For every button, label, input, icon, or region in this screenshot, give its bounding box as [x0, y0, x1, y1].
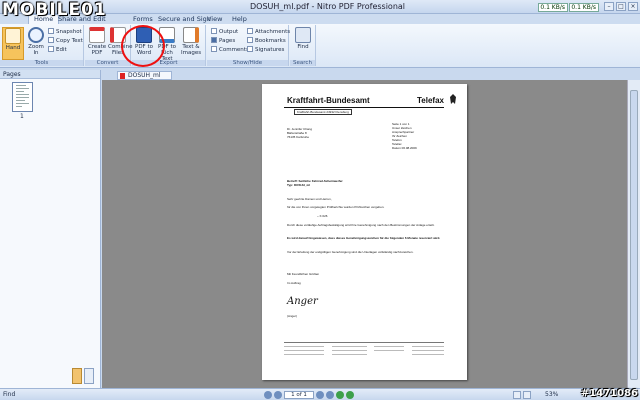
- checkbox-icon: [247, 28, 253, 34]
- net-upload-meter: 0.1 KB/s: [538, 3, 568, 12]
- eagle-emblem-icon: [450, 94, 456, 104]
- copy-icon: [48, 37, 54, 43]
- doc-telefax: Telefax: [417, 96, 444, 105]
- net-download-meter: 0.1 KB/s: [569, 3, 599, 12]
- snapshot-button[interactable]: Snapshot: [48, 28, 82, 36]
- forward-view-button[interactable]: [346, 391, 354, 399]
- convert-group-label: Convert: [85, 60, 130, 66]
- next-page-button[interactable]: [316, 391, 324, 399]
- tab-help[interactable]: Help: [232, 15, 247, 23]
- checkbox-icon: [211, 28, 217, 34]
- page-thumbnail[interactable]: [12, 82, 33, 112]
- doc-closing: Mit freundlichen Grüßen: [287, 272, 320, 276]
- doc-para3: Es wird darauf hingewiesen, dass dieses …: [287, 236, 441, 240]
- document-tab[interactable]: DOSUH_ml: [117, 71, 172, 80]
- binoculars-icon: [295, 27, 311, 43]
- single-page-view-icon[interactable]: [513, 391, 521, 399]
- panel-pages-icon[interactable]: [72, 368, 82, 384]
- showhide-group: Output Pages Comments Attachments Bookma…: [207, 25, 290, 66]
- close-button[interactable]: ×: [628, 2, 638, 11]
- watermark-id: #1471086: [580, 388, 638, 399]
- tab-secure-sign[interactable]: Secure and Sign: [158, 15, 211, 23]
- pages-panel: Pages 1: [0, 70, 101, 388]
- doc-signer: (Anger): [287, 314, 298, 318]
- copy-text-button[interactable]: Copy Text: [48, 37, 83, 45]
- ribbon: Hand Zoom In Snapshot Copy Text Edit Too…: [0, 24, 640, 68]
- status-bar: Find 1 of 1 53% #1471086: [0, 388, 640, 400]
- page-number-box[interactable]: 1 of 1: [284, 391, 314, 399]
- panel-bookmarks-icon[interactable]: [84, 368, 94, 384]
- comments-toggle[interactable]: Comments: [211, 46, 249, 54]
- zoom-level[interactable]: 53%: [545, 391, 558, 398]
- pages-panel-title: Pages: [0, 70, 100, 79]
- vertical-scrollbar[interactable]: [627, 80, 640, 388]
- hand-icon: [5, 28, 21, 44]
- doc-para2: Durch diese vorläufige Auftragsbestätigu…: [287, 223, 435, 227]
- edit-icon: [48, 46, 54, 52]
- tools-group-label: Tools: [0, 60, 83, 66]
- tools-group: Hand Zoom In Snapshot Copy Text Edit Too…: [0, 25, 84, 66]
- search-group-label: Search: [290, 60, 315, 66]
- prev-page-button[interactable]: [274, 391, 282, 399]
- text-images-icon: [183, 27, 199, 43]
- checkbox-checked-icon: [211, 37, 217, 43]
- tab-forms[interactable]: Forms: [133, 15, 153, 23]
- checkbox-icon: [211, 46, 217, 52]
- back-view-button[interactable]: [336, 391, 344, 399]
- checkbox-icon: [247, 37, 253, 43]
- edit-button[interactable]: Edit: [48, 46, 67, 54]
- doc-sender-line: Kraftfahrt-Bundesamt 24932 Flensburg: [294, 109, 352, 115]
- bookmarks-toggle[interactable]: Bookmarks: [247, 37, 286, 45]
- find-button[interactable]: Find: [293, 27, 313, 50]
- doc-subject: Betreff: Seitliche Fahrrad-Scheinwerfer …: [287, 179, 343, 187]
- status-find[interactable]: Find: [3, 391, 15, 398]
- hand-button[interactable]: Hand: [2, 27, 24, 60]
- text-images-button[interactable]: Text & Images: [181, 27, 201, 56]
- thumbnail-page-number: 1: [20, 113, 24, 120]
- pages-toggle[interactable]: Pages: [211, 37, 235, 45]
- search-group: Find Search: [290, 25, 316, 66]
- doc-address: Dr. Jennifer Chang Bärlenstraße 8 76135 Ka…: [287, 127, 313, 139]
- page-navigation: 1 of 1: [264, 391, 354, 399]
- pdf-page: Kraftfahrt-Bundesamt Telefax Kraftfahrt-…: [262, 84, 467, 380]
- signatures-toggle[interactable]: Signatures: [247, 46, 284, 54]
- window-title: DOSUH_ml.pdf - Nitro PDF Professional: [250, 2, 406, 11]
- zoom-in-button[interactable]: Zoom In: [26, 27, 46, 56]
- magnifier-icon: [28, 27, 44, 43]
- highlight-circle-annotation: [121, 25, 165, 67]
- tab-view[interactable]: View: [207, 15, 222, 23]
- first-page-button[interactable]: [264, 391, 272, 399]
- last-page-button[interactable]: [326, 391, 334, 399]
- minimize-button[interactable]: –: [604, 2, 614, 11]
- checkbox-icon: [247, 46, 253, 52]
- doc-title: Kraftfahrt-Bundesamt: [287, 96, 370, 105]
- output-toggle[interactable]: Output: [211, 28, 238, 36]
- doc-mark: ~ K 026: [317, 214, 328, 218]
- doc-para1: für die von Ihnen vorgelegten Prüfberich…: [287, 205, 385, 209]
- attachments-toggle[interactable]: Attachments: [247, 28, 290, 36]
- doc-greeting: Sehr geehrte Damen und Herren,: [287, 197, 332, 201]
- create-pdf-icon: [89, 27, 105, 43]
- continuous-view-icon[interactable]: [523, 391, 531, 399]
- camera-icon: [48, 28, 54, 34]
- maximize-button[interactable]: □: [616, 2, 626, 11]
- doc-closing2: Im Auftrag: [287, 281, 301, 285]
- doc-meta: Seite 1 von 1 Unser Zeichen Ansprechpartne…: [392, 122, 417, 150]
- handwritten-signature: Anger: [287, 296, 318, 307]
- doc-para4: Vor der Erteilung der endgültigen Genehm…: [287, 250, 414, 254]
- create-pdf-button[interactable]: Create PDF: [87, 27, 107, 56]
- watermark-logo: MOBILE01: [2, 0, 107, 20]
- showhide-group-label: Show/Hide: [207, 60, 288, 66]
